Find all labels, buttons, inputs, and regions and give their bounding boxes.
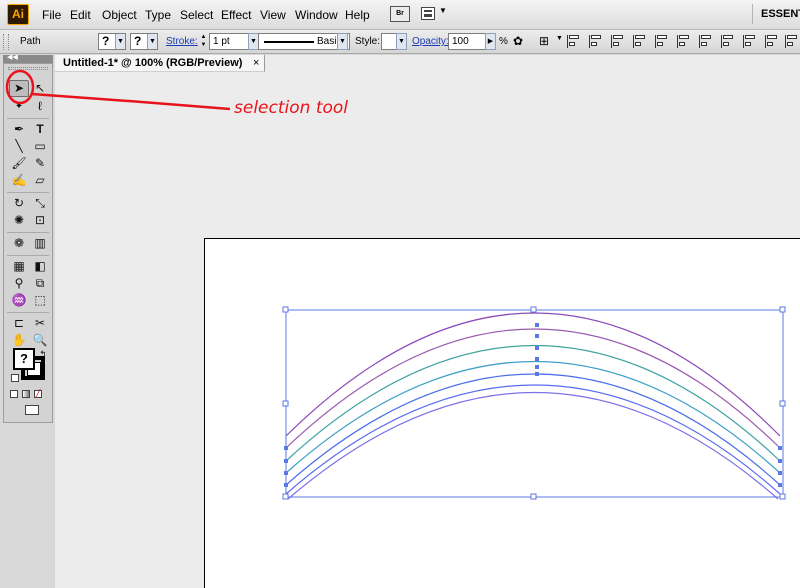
- arc-path: [287, 392, 779, 500]
- arc-path: [285, 328, 781, 449]
- resize-handle: [282, 400, 289, 407]
- selection-tool-annotation: [5, 69, 231, 111]
- selection-bounding-box[interactable]: [282, 306, 786, 500]
- arc-path: [285, 373, 781, 486]
- resize-handle: [779, 306, 786, 313]
- annotation-arrow-line: [31, 92, 231, 111]
- arc-path: [285, 361, 781, 474]
- canvas-overlay: selection tool: [5, 69, 786, 500]
- annotation-label: selection tool: [234, 98, 348, 118]
- annotation-circle: [5, 69, 35, 105]
- resize-handle: [282, 306, 289, 313]
- resize-handle: [530, 493, 537, 500]
- resize-handle: [779, 400, 786, 407]
- rainbow-arcs[interactable]: [285, 312, 781, 500]
- anchor-points: [284, 323, 782, 487]
- resize-handle: [530, 306, 537, 313]
- arc-path: [285, 345, 781, 462]
- resize-handle: [779, 493, 786, 500]
- resize-handle: [282, 493, 289, 500]
